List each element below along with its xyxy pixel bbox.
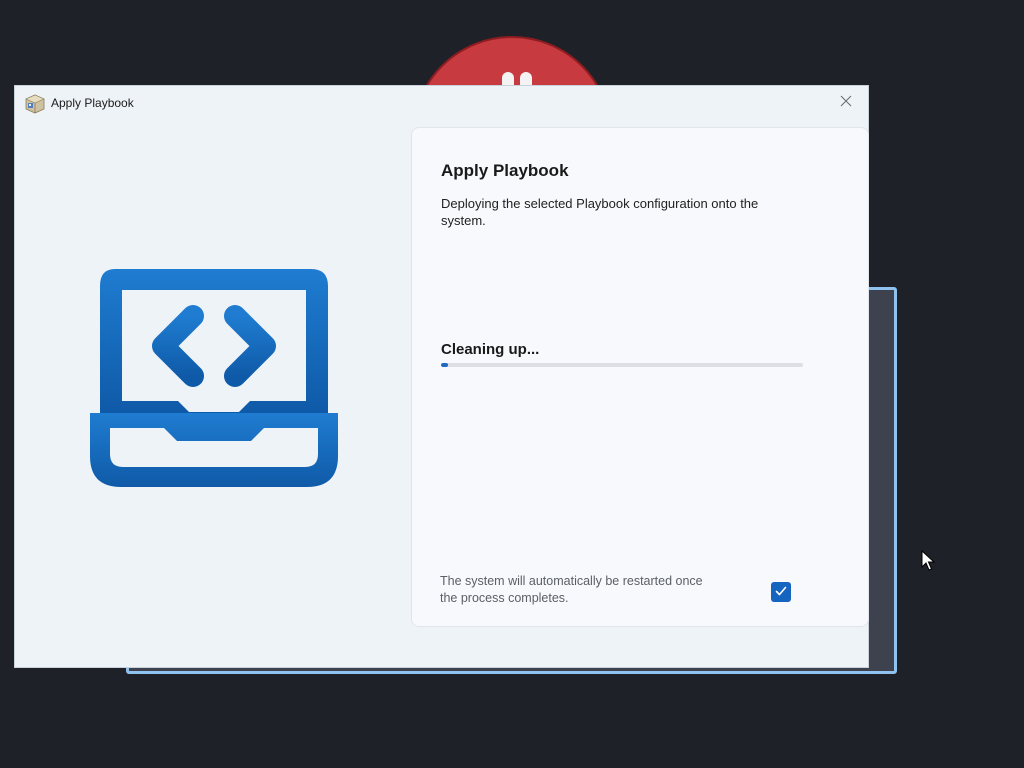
close-button[interactable] xyxy=(832,90,860,112)
checkmark-icon xyxy=(774,583,788,602)
restart-note: The system will automatically be restart… xyxy=(440,574,703,605)
panel-title: Apply Playbook xyxy=(441,161,569,180)
panel-description: Deploying the selected Playbook configur… xyxy=(441,196,759,228)
close-icon xyxy=(840,92,852,111)
progress-fill xyxy=(441,363,449,367)
title-bar[interactable]: Apply Playbook xyxy=(15,86,868,120)
content-panel: Apply Playbook Deploying the selected Pl… xyxy=(411,127,869,627)
laptop-code-icon xyxy=(89,268,339,490)
desktop: Apply Playbook Apply Playbook Deploying … xyxy=(0,0,1024,768)
progress-status: Cleaning up... xyxy=(441,341,540,358)
mouse-cursor-icon xyxy=(921,549,936,572)
window-title: Apply Playbook xyxy=(51,96,134,110)
package-icon xyxy=(25,94,45,114)
progress-bar xyxy=(441,363,803,367)
restart-checkbox[interactable] xyxy=(771,582,791,602)
apply-playbook-dialog: Apply Playbook Apply Playbook Deploying … xyxy=(14,85,869,668)
